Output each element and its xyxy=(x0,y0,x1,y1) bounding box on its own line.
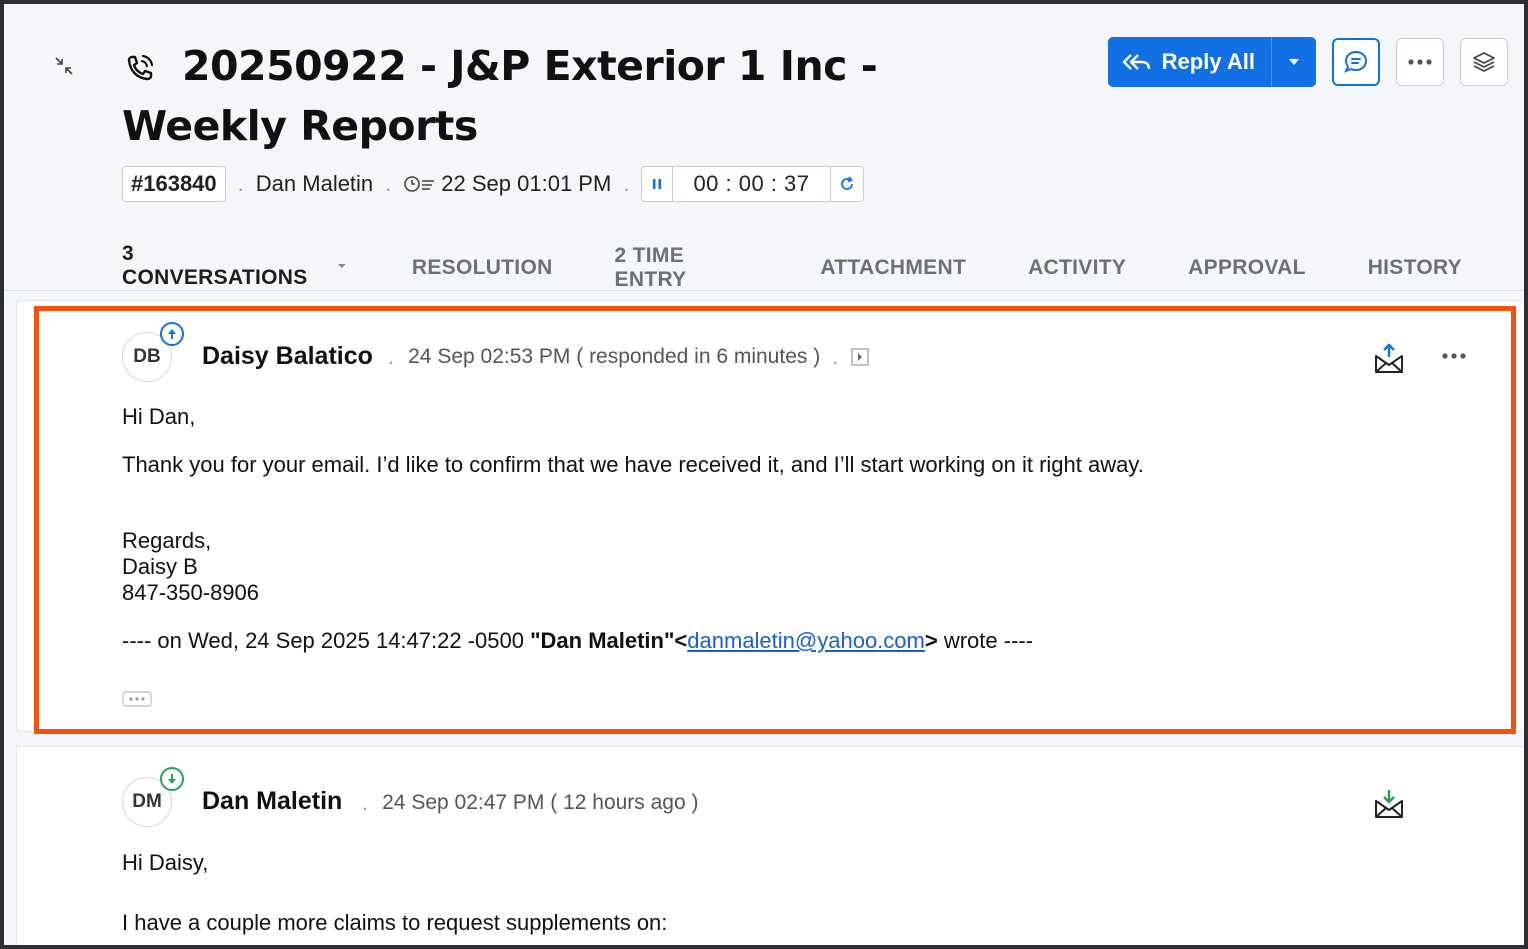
ticket-contact[interactable]: Dan Maletin xyxy=(256,171,373,197)
pause-icon xyxy=(653,179,662,189)
timer-pause-button[interactable] xyxy=(642,167,674,201)
ticket-title: 20250922 - J&P Exterior 1 Inc - Weekly R… xyxy=(122,42,878,150)
sender-name[interactable]: Dan Maletin xyxy=(202,787,342,816)
reply-all-icon xyxy=(1122,54,1150,70)
message-time: 24 Sep 02:47 PM ( 12 hours ago ) xyxy=(382,791,699,814)
tab-label: ACTIVITY xyxy=(1028,255,1127,279)
more-horizontal-icon[interactable] xyxy=(1440,346,1470,366)
separator-dot: . xyxy=(623,171,630,196)
chevron-down-icon xyxy=(1289,59,1299,65)
ticket-timer: 00 : 00 : 37 xyxy=(641,166,864,202)
timer-reset-button[interactable] xyxy=(829,167,863,201)
tab-label: ATTACHMENT xyxy=(820,255,967,279)
ticket-detail-panel: 20250922 - J&P Exterior 1 Inc - Weekly R… xyxy=(4,4,1524,945)
tab-label: APPROVAL xyxy=(1188,255,1306,279)
due-date-clock-icon xyxy=(404,176,435,192)
separator-dot: . xyxy=(388,344,395,369)
tabs-divider xyxy=(4,290,1524,291)
chevron-down-icon xyxy=(338,264,346,268)
signature-phone: 847-350-8906 xyxy=(122,580,260,605)
tab-label: RESOLUTION xyxy=(411,255,553,279)
timer-value: 00 : 00 : 37 xyxy=(693,171,810,196)
comment-button[interactable] xyxy=(1332,38,1380,86)
more-actions-button[interactable] xyxy=(1396,38,1444,86)
incoming-reply-badge xyxy=(160,767,184,791)
more-horizontal-icon xyxy=(1408,59,1432,65)
reply-all-label: Reply All xyxy=(1161,49,1255,74)
quoted-header-text: ---- on Wed, 24 Sep 2025 14:47:22 -0500 xyxy=(122,628,531,653)
arrow-up-icon xyxy=(168,329,176,339)
tab-label: HISTORY xyxy=(1367,255,1462,279)
quoted-bracket: < xyxy=(674,628,688,653)
message-line: Thank you for your email. I’d like to co… xyxy=(122,452,1144,477)
separator-dot: . xyxy=(832,344,839,369)
quoted-header-text: wrote ---- xyxy=(937,628,1034,653)
sender-name[interactable]: Daisy Balatico xyxy=(202,342,373,371)
message-meta: . 24 Sep 02:47 PM ( 12 hours ago ) xyxy=(362,790,699,816)
reply-all-button[interactable]: Reply All xyxy=(1108,37,1272,87)
tab-label: 2 TIME ENTRY xyxy=(614,243,687,291)
separator-dot: . xyxy=(385,171,392,196)
tab-label: 3 CONVERSATIONS xyxy=(122,242,308,289)
ticket-id[interactable]: #163840 xyxy=(122,166,226,202)
layers-button[interactable] xyxy=(1460,38,1508,86)
comment-icon xyxy=(1343,50,1368,73)
refresh-icon xyxy=(840,176,853,190)
message-body: Hi Dan, Thank you for your email. I’d li… xyxy=(122,404,1144,654)
outgoing-reply-badge xyxy=(160,322,184,346)
collapse-icon[interactable] xyxy=(52,54,76,78)
message-greeting: Hi Daisy, xyxy=(122,850,209,875)
quoted-bracket: > xyxy=(924,628,938,653)
message-meta: . 24 Sep 02:53 PM ( responded in 6 minut… xyxy=(388,344,870,370)
signature-name: Daisy B xyxy=(122,554,198,579)
email-sent-icon[interactable] xyxy=(1372,342,1406,376)
quoted-sender: "Dan Maletin" xyxy=(530,628,675,653)
message-time: 24 Sep 02:53 PM ( responded in 6 minutes… xyxy=(408,345,821,368)
layers-icon xyxy=(1473,52,1495,72)
reply-all-button-group: Reply All xyxy=(1107,37,1316,87)
signature-regards: Regards, xyxy=(122,528,212,553)
email-received-icon[interactable] xyxy=(1372,787,1406,821)
ticket-meta-row: #163840 . Dan Maletin . 22 Sep 01:01 PM … xyxy=(122,166,864,202)
reply-options-dropdown[interactable] xyxy=(1272,37,1316,87)
separator-dot: . xyxy=(362,790,369,815)
quoted-header: ---- on Wed, 24 Sep 2025 14:47:22 -0500 … xyxy=(122,628,1144,654)
quoted-email-link[interactable]: danmaletin@yahoo.com xyxy=(687,628,925,653)
ticket-actions: Reply All xyxy=(1107,37,1508,87)
show-quoted-text-icon[interactable] xyxy=(122,690,154,708)
expand-details-icon[interactable] xyxy=(850,347,870,367)
message-greeting: Hi Dan, xyxy=(122,404,196,429)
arrow-down-icon xyxy=(168,774,176,784)
separator-dot: . xyxy=(237,171,244,196)
message-body: Hi Daisy, I have a couple more claims to… xyxy=(122,850,667,936)
message-line: I have a couple more claims to request s… xyxy=(122,910,668,935)
ticket-due-date: 22 Sep 01:01 PM xyxy=(441,171,612,196)
